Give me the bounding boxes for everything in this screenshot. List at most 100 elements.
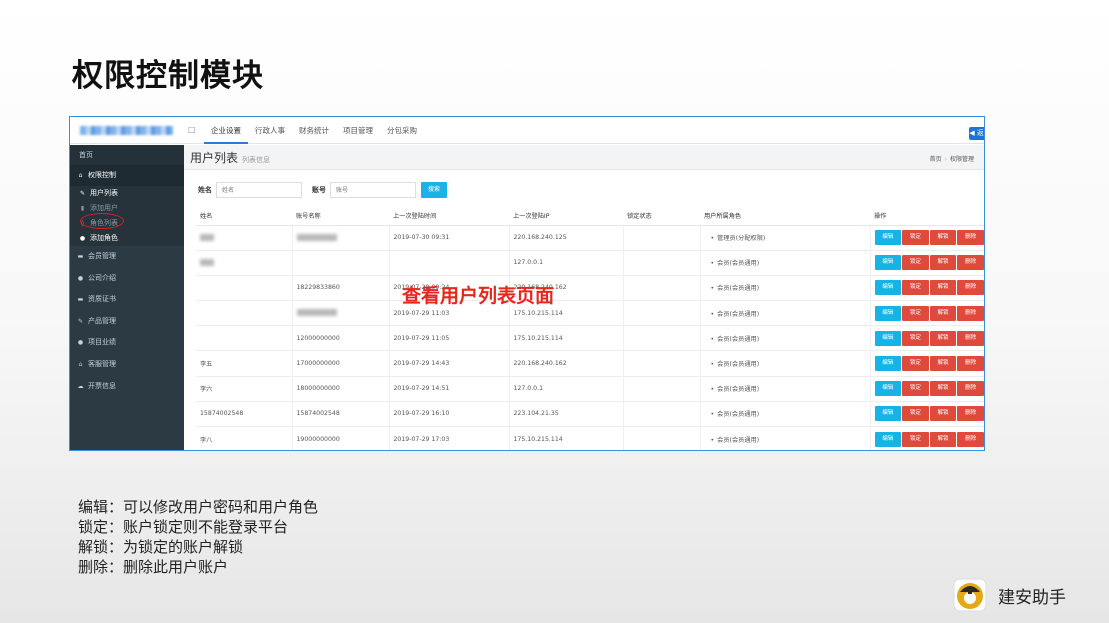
unlock-button[interactable]: 解锁	[929, 431, 957, 447]
breadcrumb-home[interactable]: 首页	[930, 156, 942, 163]
cell-name	[196, 300, 293, 326]
cell-lock	[623, 375, 701, 402]
edit-button[interactable]: 编辑	[874, 255, 902, 271]
lock-button[interactable]: 锁定	[902, 381, 929, 397]
account-text: 12000000000	[296, 334, 340, 342]
sidebar-item[interactable]: ▬ 资质证书	[70, 289, 184, 311]
name-text: 李六	[200, 386, 213, 394]
edit-button[interactable]: 编辑	[874, 330, 902, 346]
unlock-button[interactable]: 解锁	[929, 330, 957, 346]
time-text: 2019-07-29 17:03	[393, 435, 450, 443]
unlock-button[interactable]: 解锁	[929, 381, 957, 397]
lock-button[interactable]: 锁定	[902, 230, 929, 246]
ip-text: 220.168.240.125	[513, 234, 567, 242]
message-icon: ▬	[77, 253, 84, 260]
redacted-text	[296, 233, 337, 241]
cell-role: • 会员(会员通用)	[700, 274, 871, 301]
description-line: 删除：删除此用户账户	[78, 558, 229, 576]
search-bar: 姓名 账号 搜索	[198, 182, 447, 198]
lock-button[interactable]: 锁定	[902, 255, 929, 271]
lock-button[interactable]: 锁定	[902, 330, 929, 346]
edit-button[interactable]: 编辑	[874, 305, 902, 321]
edit-button[interactable]: 编辑	[874, 406, 902, 422]
sidebar-item[interactable]: ● 项目业绩	[70, 332, 184, 354]
sidebar-item[interactable]: ● 公司介绍	[70, 268, 184, 290]
brand: 建安助手	[953, 578, 1066, 612]
delete-button[interactable]: 删除	[957, 381, 984, 397]
menu-toggle-icon[interactable]: □	[188, 125, 196, 134]
table-row: 2019-07-30 09:31 220.168.240.125 • 管理员(分配权限…	[196, 224, 984, 251]
sidebar-section-permissions[interactable]: ⌂ 权限控制	[70, 165, 184, 186]
delete-button[interactable]: 删除	[957, 406, 984, 422]
user-table: 姓名 账号名称 上一次登陆时间 上一次登陆IP 锁定状态 用户所属角色 操作 2019-07…	[196, 207, 984, 450]
edit-button[interactable]: 编辑	[874, 431, 902, 447]
delete-button[interactable]: 删除	[957, 431, 984, 447]
account-label: 账号	[312, 186, 326, 194]
cell-ip: 223.104.21.35	[509, 400, 624, 427]
top-nav-item[interactable]: 项目管理	[336, 117, 380, 144]
role-text: 会员(会员通用)	[717, 436, 760, 444]
name-text: 李五	[200, 361, 213, 369]
unlock-button[interactable]: 解锁	[929, 305, 957, 321]
unlock-button[interactable]: 解锁	[929, 356, 957, 372]
unlock-button[interactable]: 解锁	[929, 280, 957, 296]
name-text: 15874002548	[200, 410, 244, 418]
account-search-input[interactable]	[330, 182, 416, 198]
sidebar-item[interactable]: ▬ 会员管理	[70, 246, 184, 268]
delete-button[interactable]: 删除	[957, 280, 984, 296]
sidebar-item[interactable]: ⌂ 客服管理	[70, 354, 184, 376]
cell-account: 12000000000	[292, 325, 390, 351]
unlock-button[interactable]: 解锁	[929, 230, 957, 246]
delete-button[interactable]: 删除	[957, 230, 984, 246]
cell-role: • 会员(会员通用)	[700, 325, 871, 351]
sidebar-item[interactable]: ✎ 产品管理	[70, 311, 184, 333]
time-text: 2019-07-29 16:10	[393, 410, 450, 418]
cell-time: 2019-07-29 17:03	[389, 425, 510, 450]
cell-lock	[623, 400, 701, 427]
time-text: 2019-07-29 14:51	[393, 385, 450, 393]
delete-button[interactable]: 删除	[957, 330, 984, 346]
top-nav-item[interactable]: 行政人事	[248, 117, 292, 144]
sidebar-item-home[interactable]: 首页	[70, 145, 184, 165]
collapse-button[interactable]: ◀ 返	[969, 127, 984, 140]
delete-button[interactable]: 删除	[957, 356, 984, 372]
cell-name	[196, 274, 293, 301]
cell-lock	[623, 350, 701, 377]
search-button[interactable]: 搜索	[421, 182, 447, 198]
edit-button[interactable]: 编辑	[874, 230, 902, 246]
lock-button[interactable]: 锁定	[902, 431, 929, 447]
lock-button[interactable]: 锁定	[902, 305, 929, 321]
edit-button[interactable]: 编辑	[874, 280, 902, 296]
cloud-icon: ☁	[77, 382, 84, 390]
lock-button[interactable]: 锁定	[902, 356, 929, 372]
top-nav-item[interactable]: 企业设置	[204, 117, 248, 144]
sidebar-subitem-label: 用户列表	[90, 189, 118, 197]
cell-time: 2019-07-29 14:51	[389, 375, 510, 402]
sidebar-item[interactable]: ☁ 开票信息	[70, 376, 184, 398]
cell-time: 2019-07-29 14:43	[389, 350, 510, 377]
unlock-button[interactable]: 解锁	[929, 406, 957, 422]
sidebar-item-label: 产品管理	[88, 316, 116, 325]
table-row: 127.0.0.1 • 会员(会员通用) 编辑 锁定 解锁 删除	[196, 249, 984, 276]
delete-button[interactable]: 删除	[957, 255, 984, 271]
redacted-text	[200, 259, 214, 267]
edit-button[interactable]: 编辑	[874, 356, 902, 372]
cell-role: • 会员(会员通用)	[700, 400, 871, 427]
name-search-input[interactable]	[216, 182, 302, 198]
top-nav-item[interactable]: 财务统计	[292, 117, 336, 144]
sidebar-subitem[interactable]: ✎ 用户列表	[70, 186, 184, 201]
cell-ip: 175.10.215.114	[509, 325, 624, 351]
lock-button[interactable]: 锁定	[902, 406, 929, 422]
bullet-icon: •	[710, 386, 715, 394]
unlock-button[interactable]: 解锁	[929, 255, 957, 271]
ip-text: 220.168.240.162	[513, 360, 567, 368]
sidebar-subitem[interactable]: ● 添加角色	[70, 231, 184, 246]
sidebar-subitem[interactable]: ▮ 添加用户	[70, 201, 184, 216]
sidebar-item-label: 客服管理	[88, 359, 116, 368]
top-nav-item[interactable]: 分包采购	[380, 117, 424, 144]
lock-button[interactable]: 锁定	[902, 280, 929, 296]
cell-account: 18000000000	[292, 375, 390, 402]
delete-button[interactable]: 删除	[957, 305, 984, 321]
edit-button[interactable]: 编辑	[874, 381, 902, 397]
cell-lock	[623, 325, 701, 351]
